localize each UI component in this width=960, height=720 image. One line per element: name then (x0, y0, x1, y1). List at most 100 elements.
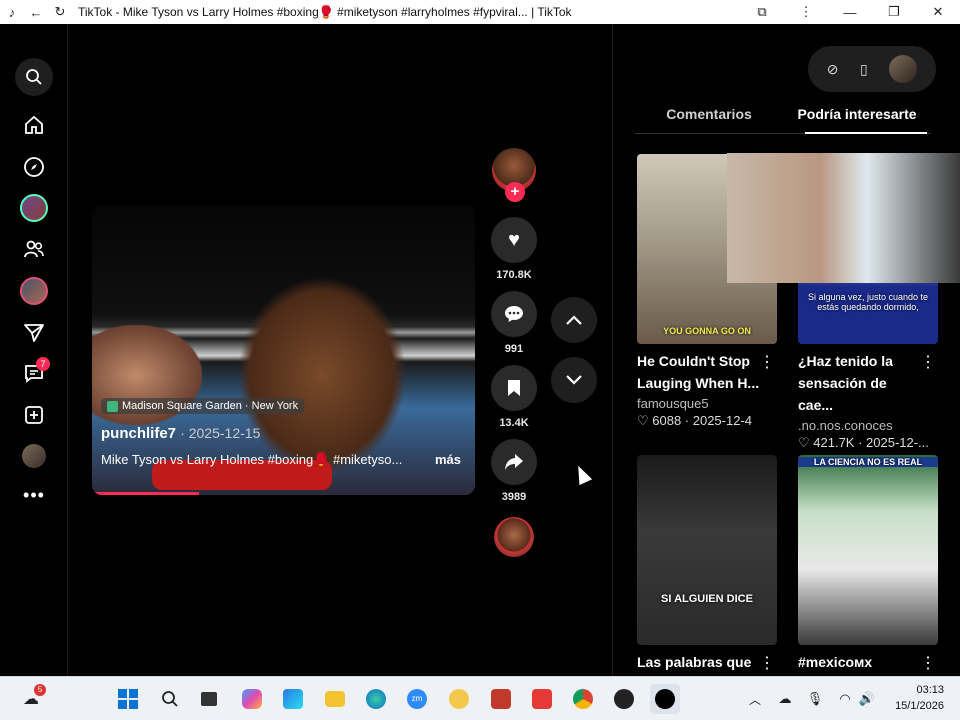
following-avatar[interactable] (14, 188, 54, 228)
start-button[interactable] (113, 684, 143, 714)
thumbnail-caption: Si alguna vez, justo cuando te estás que… (807, 292, 929, 312)
heart-icon: ♥ (491, 217, 537, 263)
home-icon[interactable] (14, 105, 54, 145)
tiktok-taskbar-icon[interactable] (650, 684, 680, 714)
extensions-icon[interactable]: ⧉ (740, 0, 784, 24)
tiktok-app: 7 ••• Madison Square Garden · New York p… (0, 24, 960, 676)
share-count: 3989 (501, 491, 527, 503)
music-disc[interactable] (491, 517, 537, 557)
thumbnail-caption: LA CIENCIA NO ES REAL (798, 457, 938, 467)
card-thumbnail[interactable]: LA CIENCIA NO ES REAL (798, 455, 938, 645)
chevron-up-icon (566, 315, 582, 325)
previous-video-button[interactable] (551, 297, 597, 343)
wps-icon[interactable] (527, 684, 557, 714)
windows-logo-icon (118, 689, 138, 709)
chevron-down-icon (566, 375, 582, 385)
share-arrow-icon (491, 439, 537, 485)
chevron-up-tray-icon[interactable]: ︿ (740, 684, 770, 714)
search-taskbar-icon[interactable] (155, 684, 185, 714)
tab-comments[interactable]: Comentarios (635, 104, 783, 133)
card-author[interactable]: .no.nos.conoces (798, 418, 940, 433)
reload-icon[interactable]: ↻ (48, 0, 72, 24)
card-title[interactable]: ¿Haz tenido la sensación de cae... (798, 350, 940, 416)
character-app-icon[interactable] (444, 684, 474, 714)
tab-recommended[interactable]: Podría interesarte (783, 104, 931, 134)
recorder-icon[interactable] (609, 684, 639, 714)
card-title[interactable]: #mexicoᴍx (798, 651, 940, 673)
zoom-icon[interactable]: zm (402, 684, 432, 714)
video-player[interactable]: Madison Square Garden · New York punchli… (92, 205, 475, 495)
card-more-icon[interactable]: ⋮ (920, 653, 936, 673)
upload-plus-icon[interactable] (14, 395, 54, 435)
video-author-line: punchlife7 · 2025-12-15 (101, 425, 466, 442)
more-menu-icon[interactable]: ⋮ (784, 0, 828, 24)
file-explorer-icon[interactable] (320, 684, 350, 714)
copilot-icon[interactable] (237, 684, 267, 714)
profile-avatar[interactable] (14, 436, 54, 476)
recommended-card[interactable]: LA CIENCIA NO ES REAL #mexicoᴍx ⋮ (798, 455, 940, 673)
messages-send-icon[interactable] (14, 312, 54, 352)
card-author[interactable]: famousque5 (637, 396, 779, 411)
video-description: Mike Tyson vs Larry Holmes #boxing🥊 #mik… (101, 451, 403, 467)
windows-taskbar: ☁ 5 zm ︿ ☁ 🎙 ◠ 🔊 03:13 15/1/2026 (0, 676, 960, 720)
chrome-icon[interactable] (568, 684, 598, 714)
onedrive-icon[interactable]: ☁ (770, 684, 800, 714)
hover-preview-video[interactable] (727, 153, 960, 283)
bookmark-icon (491, 365, 537, 411)
follow-plus-icon[interactable]: + (505, 182, 525, 202)
back-arrow-icon[interactable]: ← (24, 0, 48, 24)
explore-compass-icon[interactable] (14, 147, 54, 187)
card-title[interactable]: He Couldn't Stop Lauging When H... (637, 350, 779, 394)
browser-titlebar: ♪ ← ↻ TikTok - Mike Tyson vs Larry Holme… (0, 0, 960, 24)
edge-icon[interactable] (361, 684, 391, 714)
minimize-button[interactable]: — (828, 0, 872, 24)
notifications-badge: 7 (36, 357, 50, 371)
more-link[interactable]: más (435, 452, 461, 468)
card-more-icon[interactable]: ⋮ (759, 352, 775, 372)
thumbnail-caption: SI ALGUIEN DICE (661, 593, 753, 605)
music-disc-icon (494, 517, 534, 557)
location-pin-icon (107, 400, 118, 412)
right-panel: ⊘ ▯ Comentarios Podría interesarte YOU G… (612, 24, 960, 676)
recommended-card[interactable]: SI ALGUIEN DICE Las palabras que ⋮ (637, 455, 779, 673)
video-actions: + ♥ 170.8K 991 13.4K 3989 (491, 144, 539, 557)
video-info: Madison Square Garden · New York punchli… (101, 398, 466, 468)
comment-button[interactable]: 991 (491, 291, 537, 355)
video-progress-bar[interactable] (92, 492, 200, 495)
live-avatar[interactable] (14, 271, 54, 311)
clock-date: 15/1/2026 (895, 700, 944, 712)
card-thumbnail[interactable]: SI ALGUIEN DICE (637, 455, 777, 645)
save-button[interactable]: 13.4K (491, 365, 537, 429)
creator-avatar[interactable]: + (491, 148, 537, 202)
task-view-icon[interactable] (194, 684, 224, 714)
comment-count: 991 (504, 343, 524, 355)
restore-button[interactable]: ❐ (872, 0, 916, 24)
inbox-icon[interactable]: 7 (14, 353, 54, 393)
like-button[interactable]: ♥ 170.8K (491, 217, 537, 281)
account-avatar[interactable] (889, 55, 918, 83)
location-tag[interactable]: Madison Square Garden · New York (101, 398, 305, 414)
volume-icon[interactable]: 🔊 (852, 684, 882, 714)
close-button[interactable]: ✕ (916, 0, 960, 24)
top-toolbar: ⊘ ▯ (808, 46, 936, 92)
card-more-icon[interactable]: ⋮ (920, 352, 936, 372)
red-app-icon[interactable] (486, 684, 516, 714)
microphone-icon[interactable]: 🎙 (800, 684, 830, 714)
card-stats: ♡ 421.7K · 2025-12-... (798, 435, 929, 450)
phone-icon[interactable]: ▯ (860, 61, 868, 78)
card-more-icon[interactable]: ⋮ (759, 653, 775, 673)
next-video-button[interactable] (551, 357, 597, 403)
more-dots-icon[interactable]: ••• (14, 475, 54, 515)
share-button[interactable]: 3989 (491, 439, 537, 503)
search-icon[interactable] (15, 58, 53, 96)
friends-icon[interactable] (14, 229, 54, 269)
tiktok-logo-icon: ♪ (8, 4, 16, 20)
compass-small-icon[interactable]: ⊘ (827, 61, 839, 78)
video-author[interactable]: punchlife7 (101, 425, 176, 442)
system-clock[interactable]: 03:13 15/1/2026 (895, 682, 944, 714)
store-icon[interactable] (278, 684, 308, 714)
left-sidebar: 7 ••• (0, 24, 68, 676)
mouse-cursor (571, 462, 593, 486)
weather-icon[interactable]: ☁ 5 (16, 684, 46, 714)
card-title[interactable]: Las palabras que (637, 651, 779, 673)
